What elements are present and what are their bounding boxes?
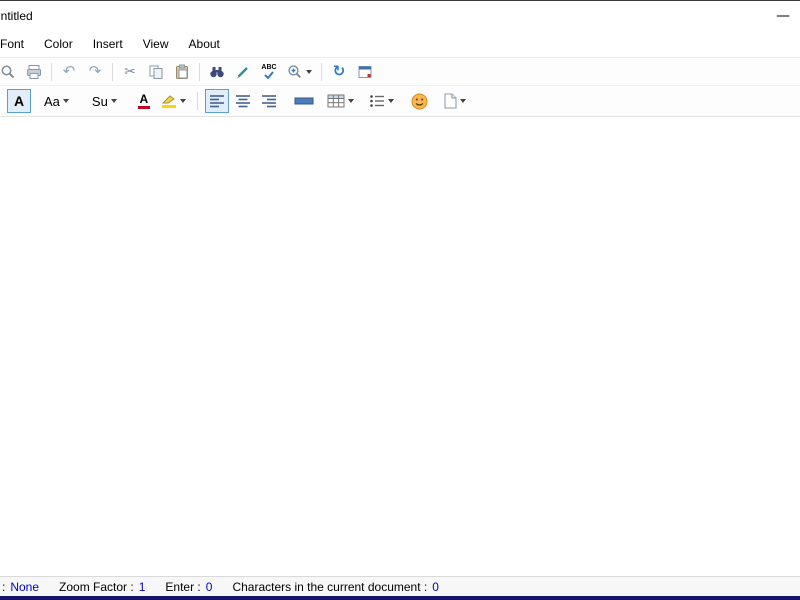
menu-color[interactable]: Color <box>34 31 83 57</box>
font-color-button[interactable]: A <box>132 89 156 113</box>
redo-button[interactable]: ↷ <box>83 60 107 84</box>
spell-check-icon: ABC <box>261 64 277 79</box>
bottom-strip <box>0 596 800 600</box>
refresh-icon: ↻ <box>332 62 346 80</box>
horizontal-line-button[interactable] <box>290 89 318 113</box>
change-case-dropdown[interactable]: Aa <box>40 89 73 113</box>
menu-font[interactable]: Font <box>0 31 34 57</box>
print-icon <box>27 64 41 79</box>
page-icon <box>444 93 457 109</box>
zoom-button[interactable] <box>283 60 316 84</box>
highlight-dropdown[interactable] <box>158 89 190 113</box>
toolbar-separator <box>112 62 113 81</box>
copy-button[interactable] <box>144 60 168 84</box>
date-time-icon <box>358 65 372 78</box>
zoom-icon <box>288 64 302 78</box>
main-toolbar: ↶ ↷ ✂ ABC ↻ <box>0 57 800 85</box>
chevron-down-icon <box>306 69 312 74</box>
chevron-down-icon <box>387 99 394 103</box>
paste-button[interactable] <box>170 60 194 84</box>
status-bar: : None Zoom Factor : 1 Enter : 0 Charact… <box>0 576 800 596</box>
align-right-icon <box>261 95 276 108</box>
status-zoom-value: 1 <box>138 579 146 594</box>
cut-icon: ✂ <box>124 63 136 80</box>
status-char-count: Characters in the current document : 0 <box>232 579 439 594</box>
menu-insert[interactable]: Insert <box>83 31 133 57</box>
menu-bar: Font Color Insert View About <box>0 31 800 57</box>
edit-pen-button[interactable] <box>231 60 255 84</box>
status-enter-value: 0 <box>205 579 213 594</box>
align-center-icon <box>235 95 250 108</box>
status-char-count-value: 0 <box>432 579 439 594</box>
align-center-button[interactable] <box>231 89 255 113</box>
chevron-down-icon <box>62 99 69 103</box>
status-zoom-factor: Zoom Factor : 1 <box>59 579 146 594</box>
window-title: Untitled <box>0 9 33 23</box>
list-dropdown[interactable] <box>365 89 398 113</box>
table-icon <box>327 94 345 108</box>
table-dropdown[interactable] <box>323 89 358 113</box>
toolbar-separator <box>51 62 52 81</box>
format-toolbar: A Aa Su A <box>0 85 800 117</box>
font-color-icon: A <box>137 93 150 109</box>
emoji-button[interactable] <box>407 89 432 113</box>
find-button[interactable] <box>205 60 229 84</box>
toolbar-separator <box>196 92 198 110</box>
spell-check-button[interactable]: ABC <box>257 60 281 84</box>
undo-icon: ↶ <box>62 62 76 80</box>
highlight-icon <box>161 94 177 108</box>
minimize-button[interactable]: — <box>776 9 790 23</box>
print-button[interactable] <box>22 60 46 84</box>
copy-icon <box>149 65 163 79</box>
page-dropdown[interactable] <box>439 89 470 113</box>
emoji-icon <box>411 93 428 109</box>
title-bar: Untitled — <box>0 1 800 31</box>
align-left-button[interactable] <box>204 89 229 113</box>
status-selection: : None <box>2 579 40 594</box>
chevron-down-icon <box>347 99 354 103</box>
find-icon <box>210 66 224 77</box>
superscript-dropdown[interactable]: Su <box>88 89 121 113</box>
toolbar-separator <box>199 62 200 81</box>
app-window: Untitled — Font Color Insert View About … <box>0 0 800 600</box>
status-enter: Enter : 0 <box>165 579 213 594</box>
cut-button[interactable]: ✂ <box>118 60 142 84</box>
list-icon <box>370 95 384 107</box>
refresh-button[interactable]: ↻ <box>327 60 351 84</box>
paste-icon <box>176 64 188 79</box>
chevron-down-icon <box>179 99 186 103</box>
font-toggle-button[interactable]: A <box>7 89 31 113</box>
horizontal-line-icon <box>294 97 314 105</box>
toolbar-separator <box>321 62 322 81</box>
redo-icon: ↷ <box>88 62 102 80</box>
status-selection-value: None <box>10 579 40 594</box>
print-preview-button[interactable] <box>0 60 20 84</box>
undo-button[interactable]: ↶ <box>57 60 81 84</box>
document-area[interactable] <box>0 117 800 576</box>
align-left-icon <box>209 95 224 108</box>
chevron-down-icon <box>459 99 466 103</box>
menu-view[interactable]: View <box>133 31 179 57</box>
align-right-button[interactable] <box>257 89 281 113</box>
chevron-down-icon <box>110 99 117 103</box>
menu-about[interactable]: About <box>179 31 230 57</box>
edit-pen-icon <box>237 66 248 78</box>
print-preview-icon <box>1 65 15 78</box>
date-time-button[interactable] <box>353 60 377 84</box>
